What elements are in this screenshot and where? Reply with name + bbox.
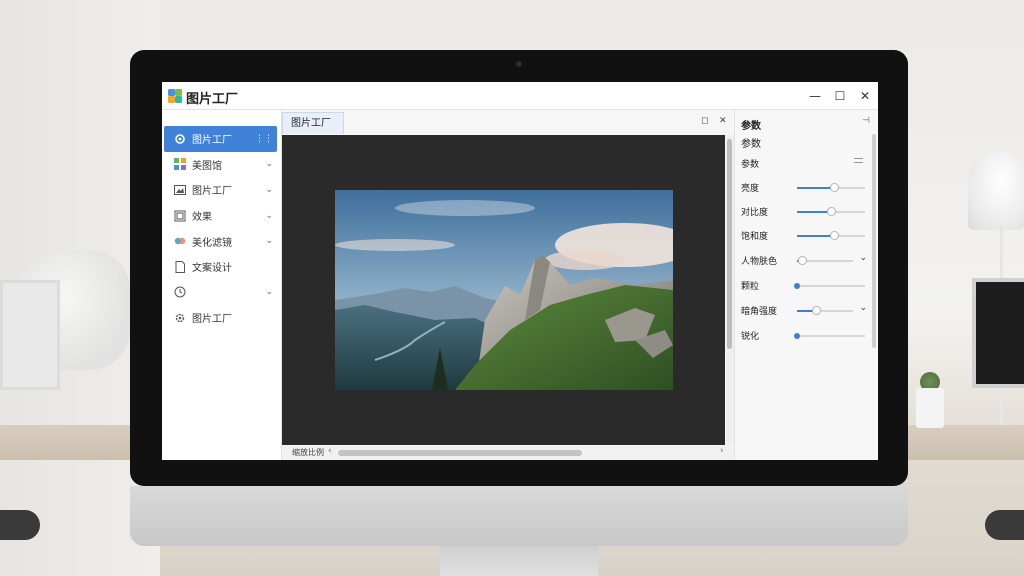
param-label: 锐化: [741, 332, 760, 342]
chevron-down-icon: ⌄: [265, 210, 273, 221]
horizontal-scroll-thumb[interactable]: [338, 450, 582, 456]
chair-right: [985, 510, 1024, 540]
grip-icon: ⋮⋮: [255, 133, 273, 144]
slider-knob[interactable]: [829, 183, 839, 192]
sidebar-item-factory[interactable]: 图片工厂 ⋮⋮: [164, 126, 277, 152]
slider-knob[interactable]: [812, 306, 822, 315]
sidebar-item-filters[interactable]: 美化滤镜 ⌄: [164, 228, 277, 254]
grid-icon: [174, 158, 186, 171]
mountain-photo[interactable]: [335, 190, 673, 390]
maximize-button[interactable]: ☐: [829, 86, 851, 106]
param-row-contrast: 对比度: [735, 200, 873, 224]
group-label: 参数: [741, 160, 760, 170]
app-window: 图片工厂 — ☐ ✕ 图片工厂 ⋮⋮ 美图馆 ⌄ 图片工厂 ⌄ 效果 ⌄ 美化滤…: [162, 82, 878, 460]
monitor-chin: [130, 486, 908, 546]
param-label: 对比度: [741, 208, 769, 218]
sidebar-item-label: 图片工厂: [192, 135, 232, 147]
frame-icon: [174, 210, 186, 222]
sidebar-item-history[interactable]: ⌄: [164, 280, 277, 306]
filter-icon: [174, 237, 186, 245]
sidebar-item-text-design[interactable]: 文案设计: [164, 254, 277, 280]
image-canvas[interactable]: [282, 135, 725, 445]
grain-slider[interactable]: [794, 283, 865, 289]
app-logo-icon: [168, 89, 182, 103]
vertical-scroll-thumb[interactable]: [727, 139, 732, 349]
settings-icon: [175, 313, 185, 323]
monitor-stand: [440, 546, 598, 576]
param-row-saturation: 饱和度: [735, 224, 873, 248]
sidebar-item-label: 图片工厂: [192, 314, 232, 326]
param-label: 暗角强度: [741, 307, 778, 317]
document-icon: [175, 260, 185, 273]
zoom-label: 缩放比例: [292, 448, 324, 457]
desk-lamp: [968, 150, 1024, 230]
sidebar-item-label: 图片工厂: [192, 186, 232, 198]
sidebar-item-label: 美化滤镜: [192, 237, 232, 249]
image-icon: [174, 184, 186, 195]
app-title: 图片工厂: [186, 92, 239, 107]
sidebar-item-settings[interactable]: 图片工厂: [164, 305, 277, 331]
chevron-down-icon: ⌄: [265, 159, 273, 170]
scroll-left-icon[interactable]: ‹: [328, 446, 332, 456]
contrast-slider[interactable]: [797, 207, 865, 216]
panel-subtitle: 参数: [741, 139, 761, 150]
slider-knob[interactable]: [826, 207, 836, 216]
scroll-right-icon[interactable]: ›: [720, 446, 724, 456]
close-tab-icon[interactable]: ✕: [719, 116, 727, 126]
chair-left: [0, 510, 40, 540]
panel-title: 参数: [741, 121, 761, 132]
param-row-sharpen: 锐化: [735, 324, 873, 348]
clock-icon: [174, 286, 186, 298]
skin-tone-slider[interactable]: [797, 256, 853, 265]
slider-fill: [797, 187, 835, 189]
slider-knob[interactable]: [798, 256, 808, 265]
slider-fill: [797, 235, 835, 237]
parameters-panel: 参数 ⊣ 参数 参数 亮度 对比度 饱和度 人物肤色 ⌄ 颗粒 暗角强度 ⌄ 锐…: [734, 110, 878, 460]
sidebar-item-images[interactable]: 图片工厂 ⌄: [164, 177, 277, 203]
sidebar-item-gallery[interactable]: 美图馆 ⌄: [164, 152, 277, 178]
brightness-slider[interactable]: [797, 183, 865, 192]
group-header[interactable]: 参数: [735, 152, 873, 176]
vertical-scrollbar[interactable]: [726, 135, 734, 445]
sidebar-item-effects[interactable]: 效果 ⌄: [164, 203, 277, 229]
vignette-slider[interactable]: [797, 306, 853, 315]
param-label: 亮度: [741, 184, 760, 194]
close-button[interactable]: ✕: [854, 86, 876, 106]
param-row-vignette: 暗角强度 ⌄: [735, 299, 873, 323]
slider-knob[interactable]: [829, 231, 839, 240]
restore-icon[interactable]: ◻: [701, 116, 708, 126]
minimize-button[interactable]: —: [804, 86, 826, 106]
chevron-down-icon[interactable]: ⌄: [859, 253, 867, 263]
slider-fill: [797, 211, 831, 213]
document-tab[interactable]: 图片工厂: [282, 112, 344, 134]
param-label: 颗粒: [741, 282, 760, 292]
sharpen-slider[interactable]: [794, 333, 865, 339]
pin-icon[interactable]: ⊣: [862, 116, 870, 126]
title-bar: 图片工厂 — ☐ ✕: [162, 82, 878, 110]
slider-dot[interactable]: [794, 333, 800, 339]
chevron-down-icon[interactable]: ⌄: [859, 303, 867, 313]
plant-pot: [916, 388, 944, 428]
chevron-down-icon: ⌄: [265, 236, 273, 247]
canvas-area: 图片工厂 ◻ ✕ 缩放比例 ‹ ›: [282, 110, 734, 460]
horizontal-scrollbar[interactable]: 缩放比例 ‹ ›: [282, 446, 734, 460]
sidebar-item-label: 文案设计: [192, 263, 232, 275]
gear-icon: [175, 133, 185, 144]
param-row-brightness: 亮度: [735, 176, 873, 200]
saturation-slider[interactable]: [797, 231, 865, 240]
param-label: 饱和度: [741, 232, 769, 242]
sidebar-item-label: 效果: [192, 212, 212, 224]
collapse-icon[interactable]: [854, 158, 863, 163]
sidebar: 图片工厂 ⋮⋮ 美图馆 ⌄ 图片工厂 ⌄ 效果 ⌄ 美化滤镜 ⌄ 文案设计 ⌄ …: [162, 110, 282, 460]
background-monitor: [972, 278, 1024, 388]
chevron-down-icon: ⌄: [265, 184, 273, 195]
sidebar-item-label: 美图馆: [192, 160, 222, 172]
param-row-skin-tone: 人物肤色 ⌄: [735, 249, 873, 273]
slider-dot[interactable]: [794, 283, 800, 289]
camera-icon: [516, 61, 522, 67]
chevron-down-icon: ⌄: [265, 287, 273, 298]
background-screen: [0, 280, 60, 390]
param-row-grain: 颗粒: [735, 274, 873, 298]
param-label: 人物肤色: [741, 257, 778, 267]
